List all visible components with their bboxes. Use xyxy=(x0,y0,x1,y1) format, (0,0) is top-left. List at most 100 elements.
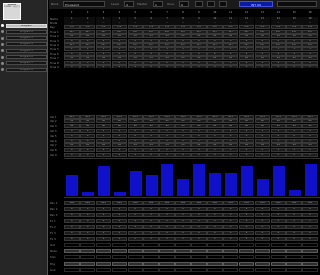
slot-c[interactable] xyxy=(219,1,227,7)
param-cell[interactable] xyxy=(64,261,80,266)
param-cell[interactable]: 0 xyxy=(222,212,239,217)
param-cell[interactable]: L64 xyxy=(95,200,112,205)
param-cell[interactable]: 0 xyxy=(222,218,239,223)
param-cell[interactable] xyxy=(95,261,112,266)
param-cell[interactable] xyxy=(79,249,96,254)
level-bar[interactable] xyxy=(304,164,317,196)
param-cell[interactable]: 0 xyxy=(254,237,271,242)
param-cell[interactable]: 0 xyxy=(143,152,159,157)
level-bar[interactable] xyxy=(240,166,253,196)
param-cell[interactable] xyxy=(143,249,159,254)
param-cell[interactable]: 0 xyxy=(222,206,239,211)
param-cell[interactable]: 0 xyxy=(191,237,207,242)
param-cell[interactable]: 0 xyxy=(64,218,80,223)
param-cell[interactable] xyxy=(143,267,159,272)
param-cell[interactable]: 0 xyxy=(238,231,255,235)
param-cell[interactable]: 0 xyxy=(143,218,159,223)
param-cell[interactable]: 0 xyxy=(207,218,223,223)
param-cell[interactable] xyxy=(286,255,302,260)
param-cell[interactable]: 0 xyxy=(64,212,80,217)
param-cell[interactable]: 0 xyxy=(207,206,223,211)
param-cell[interactable]: 0 xyxy=(254,212,271,217)
param-cell[interactable]: 0 xyxy=(191,224,207,229)
slot-a[interactable] xyxy=(195,1,203,7)
param-cell[interactable]: 0 xyxy=(286,224,302,229)
param-cell[interactable] xyxy=(111,243,128,248)
param-cell[interactable]: 0 xyxy=(64,206,80,211)
sidebar-program-item[interactable]: Program 7 xyxy=(1,61,47,66)
param-cell[interactable]: 0 xyxy=(127,206,144,211)
param-cell[interactable] xyxy=(270,243,287,248)
param-cell[interactable]: L64 xyxy=(111,200,128,205)
param-cell[interactable] xyxy=(254,261,271,266)
param-cell[interactable]: 0 xyxy=(302,231,318,235)
param-cell[interactable] xyxy=(270,267,287,272)
param-cell[interactable]: 0 xyxy=(143,237,159,242)
param-cell[interactable]: 0 xyxy=(286,218,302,223)
param-cell[interactable]: 0 xyxy=(111,231,128,235)
level-bar[interactable] xyxy=(272,166,285,196)
param-cell[interactable] xyxy=(159,243,175,248)
param-cell[interactable]: L64 xyxy=(207,200,223,205)
param-cell[interactable]: 0 xyxy=(207,212,223,217)
param-cell[interactable] xyxy=(286,243,302,248)
param-cell[interactable]: 0 xyxy=(222,231,239,235)
param-cell[interactable]: L64 xyxy=(191,200,207,205)
slot-b[interactable] xyxy=(207,1,215,7)
param-cell[interactable]: 0 xyxy=(254,218,271,223)
param-cell[interactable]: 0 xyxy=(79,206,96,211)
param-cell[interactable] xyxy=(302,255,318,260)
level-bar[interactable] xyxy=(177,179,190,196)
param-cell[interactable]: 0 xyxy=(95,212,112,217)
param-cell[interactable] xyxy=(191,249,207,254)
param-cell[interactable]: 0 xyxy=(95,206,112,211)
param-cell[interactable]: 0 xyxy=(270,231,287,235)
param-cell[interactable]: 0 xyxy=(286,206,302,211)
param-cell[interactable] xyxy=(207,249,223,254)
param-cell[interactable]: L64 xyxy=(79,200,96,205)
param-cell[interactable]: 0 xyxy=(238,152,255,157)
param-cell[interactable] xyxy=(238,267,255,272)
param-cell[interactable] xyxy=(238,255,255,260)
param-cell[interactable]: 0 xyxy=(127,231,144,235)
param-cell[interactable]: 0 xyxy=(270,224,287,229)
param-cell[interactable]: L64 xyxy=(238,200,255,205)
param-cell[interactable]: 0 xyxy=(175,212,191,217)
param-cell[interactable]: 0 xyxy=(302,206,318,211)
param-cell[interactable]: 0 xyxy=(175,152,191,157)
param-cell[interactable] xyxy=(159,249,175,254)
param-cell[interactable]: L64 xyxy=(175,200,191,205)
radio-dot-icon[interactable] xyxy=(1,55,4,59)
param-cell[interactable]: 0 xyxy=(111,206,128,211)
param-cell[interactable]: 0 xyxy=(238,206,255,211)
param-cell[interactable]: 0 xyxy=(175,218,191,223)
param-cell[interactable]: 0 xyxy=(207,152,223,157)
param-cell[interactable] xyxy=(286,267,302,272)
param-cell[interactable] xyxy=(159,267,175,272)
param-cell[interactable]: 0 xyxy=(191,231,207,235)
param-cell[interactable]: 0 xyxy=(79,212,96,217)
param-cell[interactable] xyxy=(254,243,271,248)
param-cell[interactable]: 0 xyxy=(302,152,318,157)
param-cell[interactable] xyxy=(79,261,96,266)
param-cell[interactable] xyxy=(222,267,239,272)
param-cell[interactable]: L64 xyxy=(286,200,302,205)
sidebar-program-item[interactable]: Program xyxy=(1,23,47,28)
level-bar[interactable] xyxy=(161,164,174,196)
param-cell[interactable] xyxy=(222,255,239,260)
level-bar[interactable] xyxy=(145,175,158,196)
param-cell[interactable] xyxy=(302,243,318,248)
param-cell[interactable]: 0 xyxy=(270,218,287,223)
param-cell[interactable]: 0 xyxy=(254,152,271,157)
param-cell[interactable]: 0 xyxy=(175,231,191,235)
param-cell[interactable]: 0 xyxy=(270,237,287,242)
level-field[interactable]: 4 xyxy=(124,1,134,7)
param-cell[interactable]: 0 xyxy=(302,212,318,217)
param-cell[interactable]: 0 xyxy=(286,237,302,242)
param-cell[interactable]: L64 xyxy=(159,200,175,205)
param-cell[interactable]: L64 xyxy=(302,200,318,205)
param-cell[interactable] xyxy=(302,261,318,266)
param-cell[interactable]: 0 xyxy=(64,231,80,235)
param-cell[interactable]: 0 xyxy=(286,212,302,217)
param-cell[interactable] xyxy=(191,243,207,248)
